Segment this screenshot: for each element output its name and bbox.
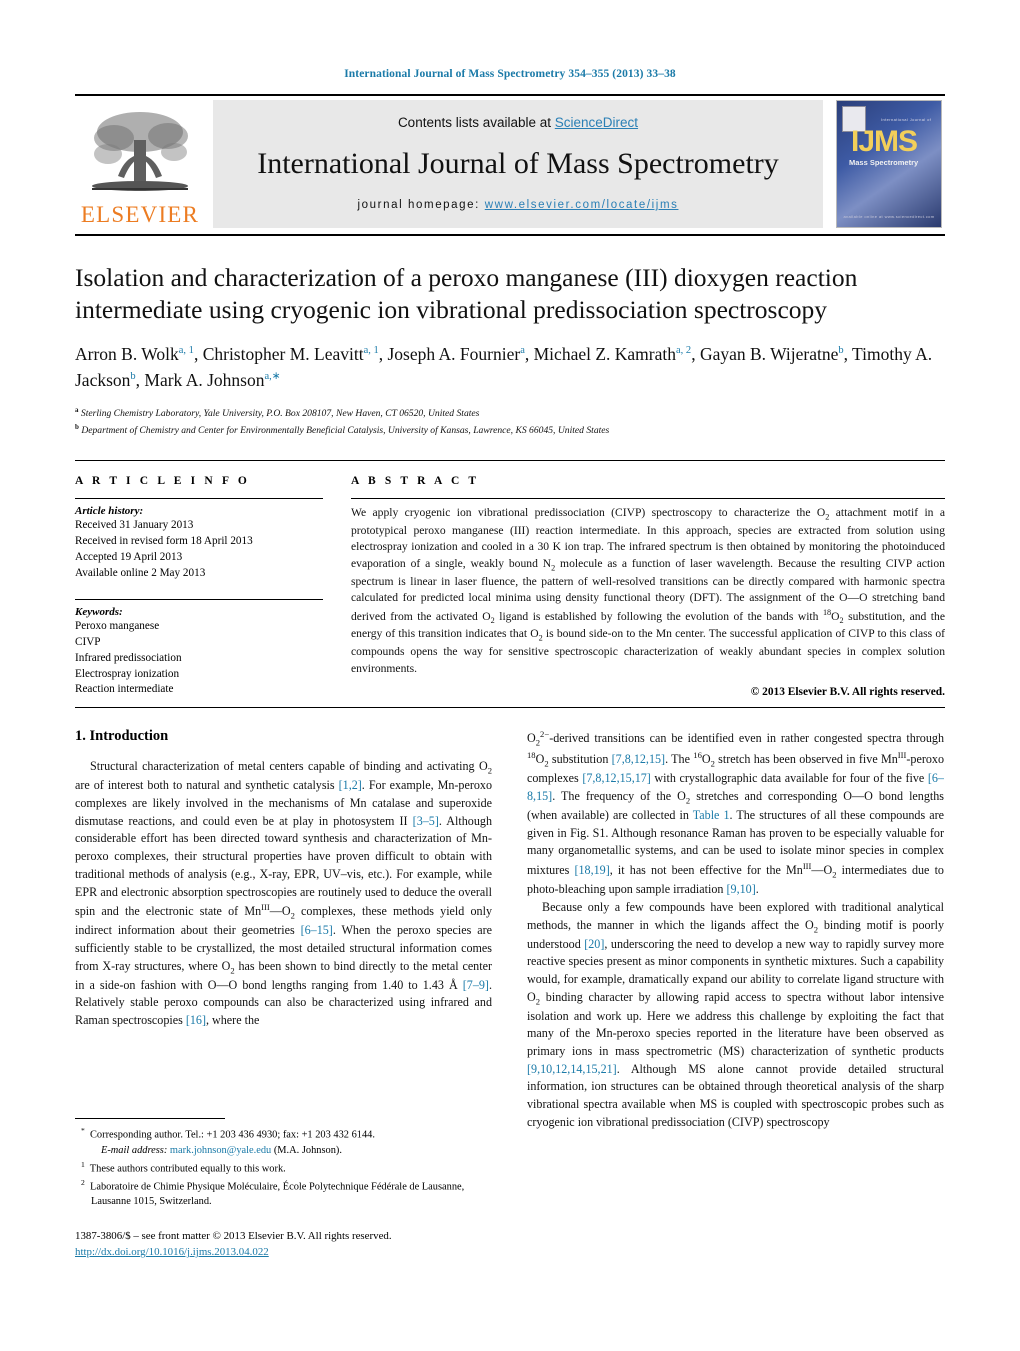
- article-info-rule: [75, 498, 323, 500]
- doi-link[interactable]: http://dx.doi.org/10.1016/j.ijms.2013.04…: [75, 1246, 269, 1258]
- elsevier-tree-icon: [84, 106, 196, 202]
- sciencedirect-link[interactable]: ScienceDirect: [555, 115, 638, 130]
- author-list: Arron B. Wolka, 1, Christopher M. Leavit…: [75, 344, 933, 390]
- journal-masthead: ELSEVIER Contents lists available at Sci…: [75, 94, 945, 228]
- imprint-block: 1387-3806/$ – see front matter © 2013 El…: [75, 1228, 505, 1261]
- issn-front-matter: 1387-3806/$ – see front matter © 2013 El…: [75, 1230, 392, 1242]
- affiliation-b: b Department of Chemistry and Center for…: [75, 422, 945, 439]
- keywords-label: Keywords:: [75, 605, 123, 618]
- elsevier-logo-block: ELSEVIER: [75, 100, 205, 228]
- cover-subtitle: Mass Spectrometry: [849, 158, 919, 167]
- paragraph: O22−-derived transitions can be identifi…: [527, 729, 945, 897]
- article-info-heading: A R T I C L E I N F O: [75, 475, 250, 488]
- info-abstract-region: A R T I C L E I N F O Article history: R…: [75, 460, 945, 698]
- cover-top-line: International Journal of: [881, 117, 932, 122]
- cover-acronym: IJMS: [851, 125, 918, 158]
- keywords-rule: [75, 598, 323, 600]
- history-item: Received in revised form 18 April 2013: [75, 535, 253, 548]
- abstract-column: A B S T R A C T We apply cryogenic ion v…: [351, 475, 945, 698]
- paper-page: International Journal of Mass Spectromet…: [0, 0, 1020, 1351]
- article-history-label: Article history:: [75, 505, 144, 518]
- article-info-column: A R T I C L E I N F O Article history: R…: [75, 475, 323, 698]
- keyword-item: CIVP: [75, 635, 101, 648]
- footnote-rule: [75, 1118, 225, 1119]
- footnote-equal-contribution: 1 These authors contributed equally to t…: [81, 1160, 286, 1175]
- cover-bottom-line: available online at www.sciencedirect.co…: [843, 214, 935, 219]
- abstract-bottom-divider: [75, 707, 945, 709]
- affiliation-text-a: Sterling Chemistry Laboratory, Yale Univ…: [80, 408, 480, 420]
- footnote-block: * Corresponding author. Tel.: +1 203 436…: [75, 1118, 492, 1211]
- contents-available-line: Contents lists available at ScienceDirec…: [213, 115, 823, 130]
- keyword-item: Peroxo manganese: [75, 619, 160, 632]
- journal-cover-thumbnail: International Journal of IJMS Mass Spect…: [836, 100, 942, 228]
- journal-info-box: Contents lists available at ScienceDirec…: [213, 100, 823, 228]
- journal-homepage-line: journal homepage: www.elsevier.com/locat…: [213, 199, 823, 211]
- journal-homepage-link[interactable]: www.elsevier.com/locate/ijms: [485, 199, 679, 211]
- abstract-rule: [351, 498, 945, 500]
- journal-title: International Journal of Mass Spectromet…: [257, 146, 779, 180]
- journal-cover-block: International Journal of IJMS Mass Spect…: [833, 100, 945, 228]
- affiliation-marker-b: b: [75, 422, 79, 431]
- section-heading-introduction: 1. Introduction: [75, 728, 169, 745]
- abstract-body: We apply cryogenic ion vibrational predi…: [351, 506, 946, 675]
- keyword-item: Electrospray ionization: [75, 667, 180, 680]
- affiliation-a: a Sterling Chemistry Laboratory, Yale Un…: [75, 405, 945, 422]
- affiliation-text-b: Department of Chemistry and Center for E…: [81, 424, 610, 436]
- paragraph: Structural characterization of metal cen…: [75, 759, 492, 1028]
- keyword-item: Reaction intermediate: [75, 683, 174, 696]
- running-head: International Journal of Mass Spectromet…: [344, 68, 676, 80]
- footnote-email: E-mail address: mark.johnson@yale.edu (M…: [101, 1145, 342, 1157]
- history-item: Received 31 January 2013: [75, 519, 194, 532]
- body-right-column: O22−-derived transitions can be identifi…: [527, 728, 944, 1131]
- homepage-label: journal homepage:: [357, 199, 485, 212]
- title-block: Isolation and characterization of a pero…: [75, 262, 945, 438]
- abstract-heading: A B S T R A C T: [351, 475, 480, 488]
- history-item: Accepted 19 April 2013: [75, 550, 183, 563]
- keyword-item: Infrared predissociation: [75, 651, 182, 664]
- footnote-present-address: 2 Laboratoire de Chimie Physique Molécul…: [81, 1178, 465, 1208]
- footnote-corresponding-author: * Corresponding author. Tel.: +1 203 436…: [81, 1126, 375, 1141]
- affiliation-marker-a: a: [75, 406, 79, 414]
- masthead-divider: [75, 234, 945, 236]
- elsevier-wordmark: ELSEVIER: [80, 202, 200, 227]
- paragraph: Because only a few compounds have been e…: [527, 899, 945, 1129]
- history-item: Available online 2 May 2013: [75, 566, 206, 579]
- contents-prefix: Contents lists available at: [397, 114, 555, 130]
- article-title: Isolation and characterization of a pero…: [75, 263, 858, 325]
- body-two-columns: 1. Introduction Structural characterizat…: [75, 728, 945, 1131]
- body-left-column: 1. Introduction Structural characterizat…: [75, 728, 492, 1131]
- abstract-copyright: © 2013 Elsevier B.V. All rights reserved…: [750, 685, 945, 698]
